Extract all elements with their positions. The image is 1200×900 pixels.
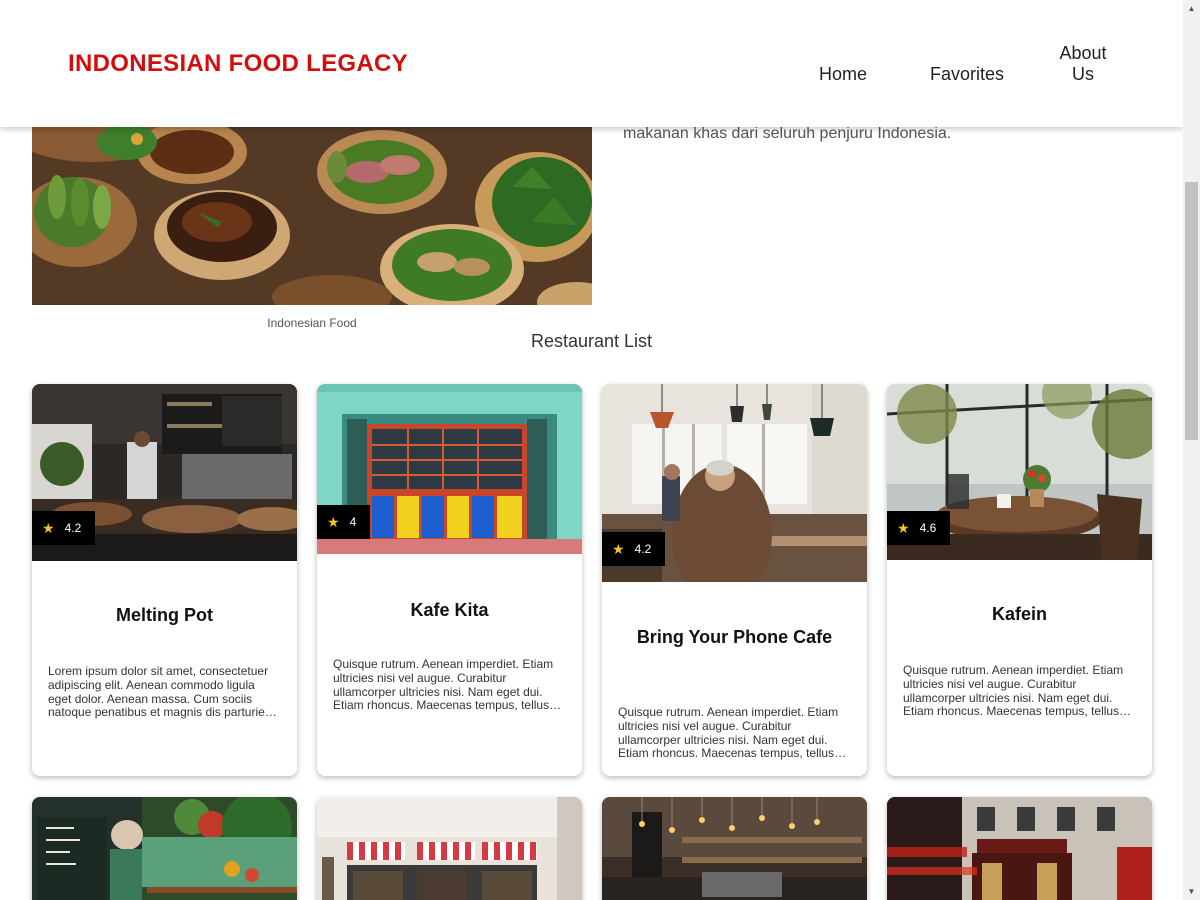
hero-description: makanan khas dari seluruh penjuru Indone… <box>623 125 952 142</box>
site-header: INDONESIAN FOOD LEGACY Home Favorites Ab… <box>0 0 1183 127</box>
scroll-down-icon[interactable]: ▼ <box>1183 883 1200 900</box>
rating-value: 4.2 <box>64 521 82 535</box>
scrollbar-thumb[interactable] <box>1185 182 1198 440</box>
rating-value: 4.6 <box>919 521 937 535</box>
indonesian-food-photo <box>32 127 592 305</box>
page-viewport: Indonesian Food makanan khas dari seluru… <box>0 0 1183 900</box>
restaurant-card[interactable] <box>32 797 297 900</box>
restaurant-card[interactable] <box>887 797 1152 900</box>
star-icon: ★ <box>42 520 55 536</box>
nav-home-link[interactable]: Home <box>819 64 867 85</box>
restaurant-name: Kafein <box>991 604 1047 624</box>
star-icon: ★ <box>327 514 340 530</box>
hero-caption: Indonesian Food <box>267 316 357 330</box>
scroll-up-icon[interactable]: ▲ <box>1183 0 1200 17</box>
restaurant-description: Quisque rutrum. Aenean imperdiet. Etiam … <box>618 706 839 761</box>
hero-image <box>32 127 592 305</box>
restaurant-card[interactable]: ★ 4.2 Melting Pot Lorem ipsum dolor sit … <box>32 384 297 776</box>
restaurant-image <box>602 797 867 900</box>
restaurant-card[interactable]: ★ 4.6 Kafein Quisque rutrum. Aenean impe… <box>887 384 1152 776</box>
restaurant-description: Quisque rutrum. Aenean imperdiet. Etiam … <box>333 658 554 713</box>
star-icon: ★ <box>897 520 910 536</box>
restaurant-card[interactable] <box>317 797 582 900</box>
restaurant-image <box>887 797 1152 900</box>
rating-badge: ★ 4.2 <box>602 532 666 566</box>
restaurant-description: Lorem ipsum dolor sit amet, consectetuer… <box>48 665 275 720</box>
star-icon: ★ <box>612 541 625 557</box>
vertical-scrollbar[interactable]: ▲ ▼ <box>1183 0 1200 900</box>
restaurant-card[interactable] <box>602 797 867 900</box>
restaurant-name: Melting Pot <box>116 605 213 625</box>
restaurant-image <box>32 797 297 900</box>
nav-favorites-link[interactable]: Favorites <box>930 64 1004 85</box>
restaurant-description: Quisque rutrum. Aenean imperdiet. Etiam … <box>903 664 1124 719</box>
rating-badge: ★ 4 <box>317 505 371 539</box>
restaurant-name: Kafe Kita <box>410 600 489 620</box>
restaurant-name: Bring Your Phone Cafe <box>636 627 833 647</box>
restaurant-card[interactable]: ★ 4 Kafe Kita Quisque rutrum. Aenean imp… <box>317 384 582 776</box>
rating-value: 4 <box>349 515 357 529</box>
rating-badge: ★ 4.6 <box>887 511 951 545</box>
site-brand[interactable]: INDONESIAN FOOD LEGACY <box>68 50 408 78</box>
restaurant-card[interactable]: ★ 4.2 Bring Your Phone Cafe Quisque rutr… <box>602 384 867 776</box>
rating-value: 4.2 <box>634 542 652 556</box>
restaurant-list-heading: Restaurant List <box>530 331 653 351</box>
rating-badge: ★ 4.2 <box>32 511 96 545</box>
restaurant-image <box>317 797 582 900</box>
nav-about-link[interactable]: About Us <box>1052 43 1114 85</box>
